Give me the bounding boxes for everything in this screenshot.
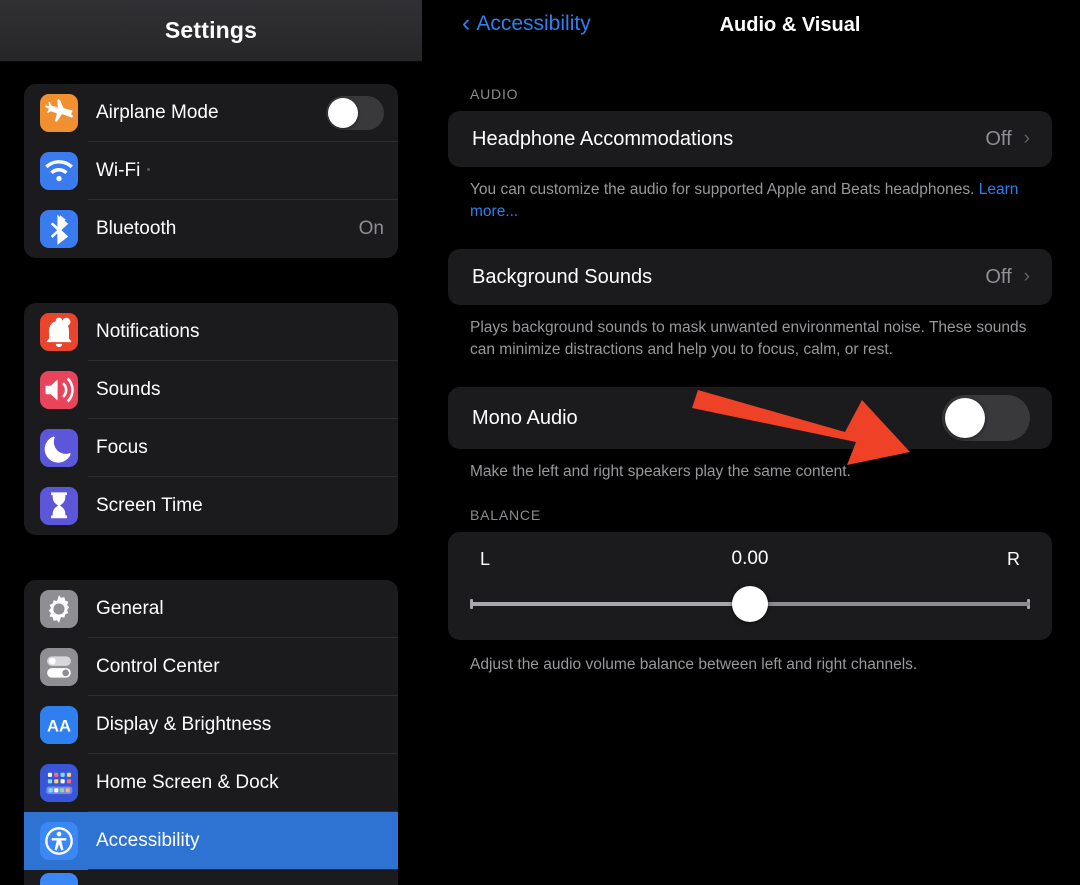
bluetooth-status-value: On [358, 218, 384, 239]
sidebar-item-screen-time[interactable]: Screen Time [24, 477, 398, 535]
background-sounds-card: Background Sounds Off › [448, 249, 1052, 305]
footnote-balance: Adjust the audio volume balance between … [470, 656, 918, 673]
balance-value: 0.00 [731, 548, 769, 569]
sidebar-item-label: Airplane Mode [96, 102, 219, 123]
sidebar-item-notifications[interactable]: Notifications [24, 303, 398, 361]
row-value: Off [985, 127, 1012, 150]
sidebar-header: Settings [0, 0, 422, 62]
sidebar-item-airplane-mode[interactable]: Airplane Mode [24, 84, 398, 142]
toggle-knob [328, 98, 358, 128]
slider-track-right [750, 602, 1030, 606]
display-brightness-icon: AA [40, 706, 78, 744]
bluetooth-icon [40, 210, 78, 248]
sidebar-item-control-center[interactable]: Control Center [24, 638, 398, 696]
sidebar-item-display-brightness[interactable]: AA Display & Brightness [24, 696, 398, 754]
footnote-headphone-accommodations: You can customize the audio for supporte… [470, 179, 1046, 223]
control-center-icon [40, 648, 78, 686]
bell-icon [40, 313, 78, 351]
sidebar-group-connectivity: Airplane Mode Wi-Fi Bluetooth On [24, 84, 398, 258]
sidebar-item-home-screen-dock[interactable]: Home Screen & Dock [24, 754, 398, 812]
chevron-right-icon: › [1023, 128, 1030, 149]
hourglass-icon [40, 487, 78, 525]
sidebar-item-label: Focus [96, 437, 148, 458]
settings-sidebar: Settings Airplane Mode Wi-Fi Bluetooth O… [0, 0, 422, 885]
sidebar-item-label: Accessibility [96, 830, 200, 851]
sidebar-item-wifi[interactable]: Wi-Fi [24, 142, 398, 200]
sidebar-item-label: General [96, 598, 164, 619]
sidebar-item-accessibility[interactable]: Accessibility [24, 812, 398, 870]
mono-audio-card: Mono Audio [448, 387, 1052, 449]
detail-header: ‹ Accessibility Audio & Visual [422, 0, 1080, 58]
sidebar-item-label: Screen Time [96, 495, 203, 516]
audio-visual-detail-panel: ‹ Accessibility Audio & Visual AUDIO Hea… [422, 0, 1080, 885]
moon-icon [40, 429, 78, 467]
headphone-accommodations-card: Headphone Accommodations Off › [448, 111, 1052, 167]
balance-labels: L 0.00 R [448, 546, 1052, 572]
sidebar-item-general[interactable]: General [24, 580, 398, 638]
sidebar-item-label: Home Screen & Dock [96, 772, 279, 793]
speaker-icon [40, 371, 78, 409]
sidebar-group-alerts: Notifications Sounds Focus Screen Time [24, 303, 398, 535]
footnote-mono-audio: Make the left and right speakers play th… [470, 463, 851, 480]
svg-text:AA: AA [47, 716, 71, 735]
page-title: Settings [164, 17, 258, 43]
chevron-right-icon: › [1023, 266, 1030, 287]
home-screen-icon [40, 764, 78, 802]
wifi-icon [40, 152, 78, 190]
footnote-text: You can customize the audio for supporte… [470, 181, 979, 198]
sidebar-item-sounds[interactable]: Sounds [24, 361, 398, 419]
sidebar-item-label: Display & Brightness [96, 714, 272, 735]
row-headphone-accommodations[interactable]: Headphone Accommodations Off › [448, 111, 1052, 167]
sidebar-item-label: Control Center [96, 656, 220, 677]
gear-icon [40, 590, 78, 628]
mono-audio-toggle[interactable] [942, 395, 1030, 441]
settings-screen: Settings Airplane Mode Wi-Fi Bluetooth O… [0, 0, 1080, 885]
section-header-audio: AUDIO [470, 86, 519, 102]
accessibility-icon [40, 822, 78, 860]
sidebar-item-label: Notifications [96, 321, 200, 342]
wifi-artifact-dot [147, 168, 151, 172]
sidebar-item-partial-next[interactable] [24, 870, 398, 885]
row-label: Headphone Accommodations [472, 127, 734, 150]
sidebar-item-focus[interactable]: Focus [24, 419, 398, 477]
sidebar-item-label: Wi-Fi [96, 160, 384, 182]
airplane-icon [40, 94, 78, 132]
airplane-mode-toggle[interactable] [326, 96, 384, 130]
sidebar-item-bluetooth[interactable]: Bluetooth On [24, 200, 398, 258]
section-header-balance: BALANCE [470, 507, 541, 523]
toggle-knob [945, 398, 985, 438]
sidebar-item-label: Bluetooth [96, 218, 177, 239]
row-mono-audio[interactable]: Mono Audio [448, 387, 1052, 449]
detail-title: Audio & Visual [719, 14, 861, 36]
partial-next-icon [40, 873, 78, 885]
row-label: Mono Audio [472, 406, 578, 429]
row-background-sounds[interactable]: Background Sounds Off › [448, 249, 1052, 305]
sidebar-group-system: General Control Center AA Display & Brig… [24, 580, 398, 885]
balance-card: L 0.00 R [448, 532, 1052, 640]
row-label: Background Sounds [472, 265, 653, 288]
balance-slider[interactable] [470, 586, 1030, 622]
row-value: Off [985, 265, 1012, 288]
sidebar-item-label: Sounds [96, 379, 161, 400]
slider-thumb[interactable] [732, 586, 768, 622]
footnote-background-sounds: Plays background sounds to mask unwanted… [470, 319, 1027, 358]
